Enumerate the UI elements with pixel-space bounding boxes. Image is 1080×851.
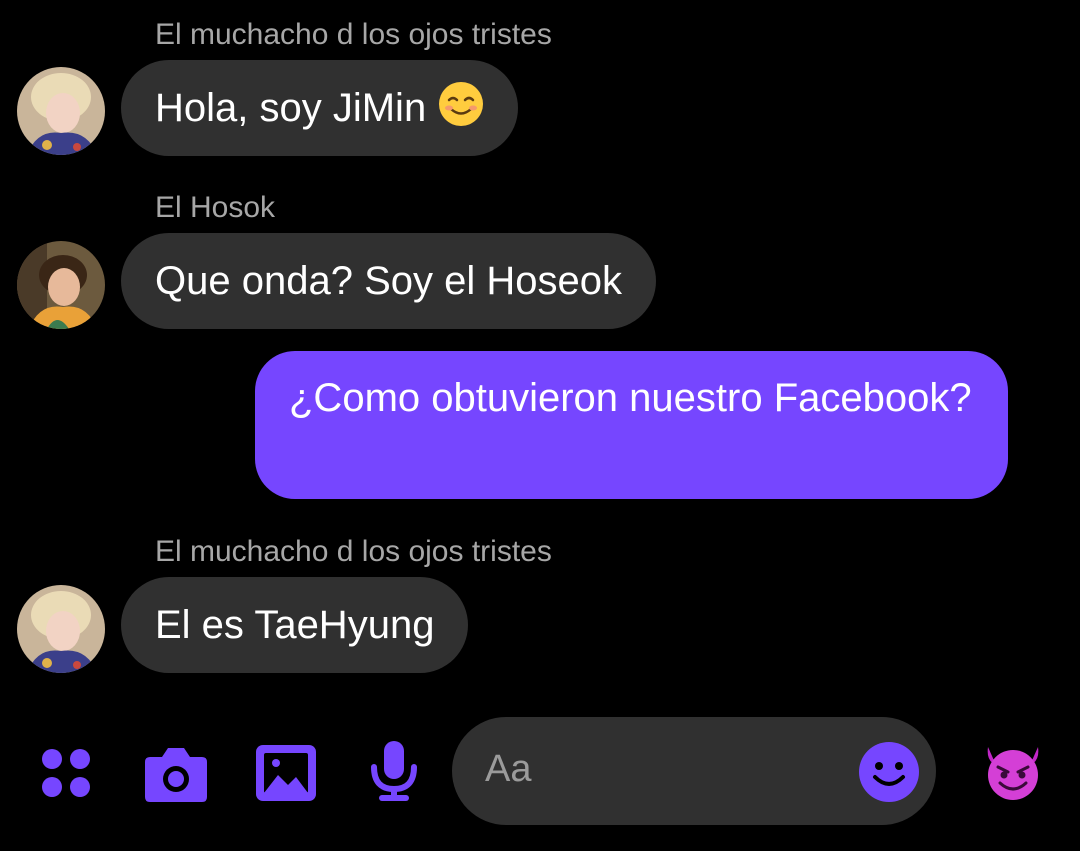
avatar[interactable] [17, 241, 105, 329]
sender-name: El muchacho d los ojos tristes [155, 535, 552, 568]
message-text: El es TaeHyung [155, 603, 435, 647]
devil-emoji-icon[interactable] [982, 743, 1044, 806]
sender-name: El muchacho d los ojos tristes [155, 18, 552, 51]
microphone-icon[interactable] [369, 741, 419, 808]
grid-menu-icon[interactable] [40, 747, 92, 804]
message-input[interactable]: Aa [452, 717, 936, 825]
message-text: ¿Como obtuvieron nuestro Facebook? [289, 376, 972, 420]
message-bubble[interactable]: Hola, soy JiMin [121, 60, 519, 156]
message-bubble[interactable]: Que onda? Soy el Hoseok [121, 233, 656, 329]
message-input-placeholder: Aa [485, 748, 532, 790]
avatar[interactable] [17, 67, 105, 155]
avatar[interactable] [17, 585, 105, 673]
outgoing-message-bubble[interactable]: ¿Como obtuvieron nuestro Facebook? [255, 351, 1008, 499]
emoji-icon[interactable] [858, 741, 920, 808]
message-text: Que onda? Soy el Hoseok [155, 259, 622, 303]
composer-bar: Aa [0, 715, 1080, 830]
smiling-face-emoji-icon [438, 81, 484, 141]
camera-icon[interactable] [144, 745, 208, 808]
gallery-icon[interactable] [256, 745, 316, 806]
message-text: Hola, soy JiMin [155, 86, 427, 130]
message-bubble[interactable]: El es TaeHyung [121, 577, 469, 673]
sender-name: El Hosok [155, 191, 276, 224]
